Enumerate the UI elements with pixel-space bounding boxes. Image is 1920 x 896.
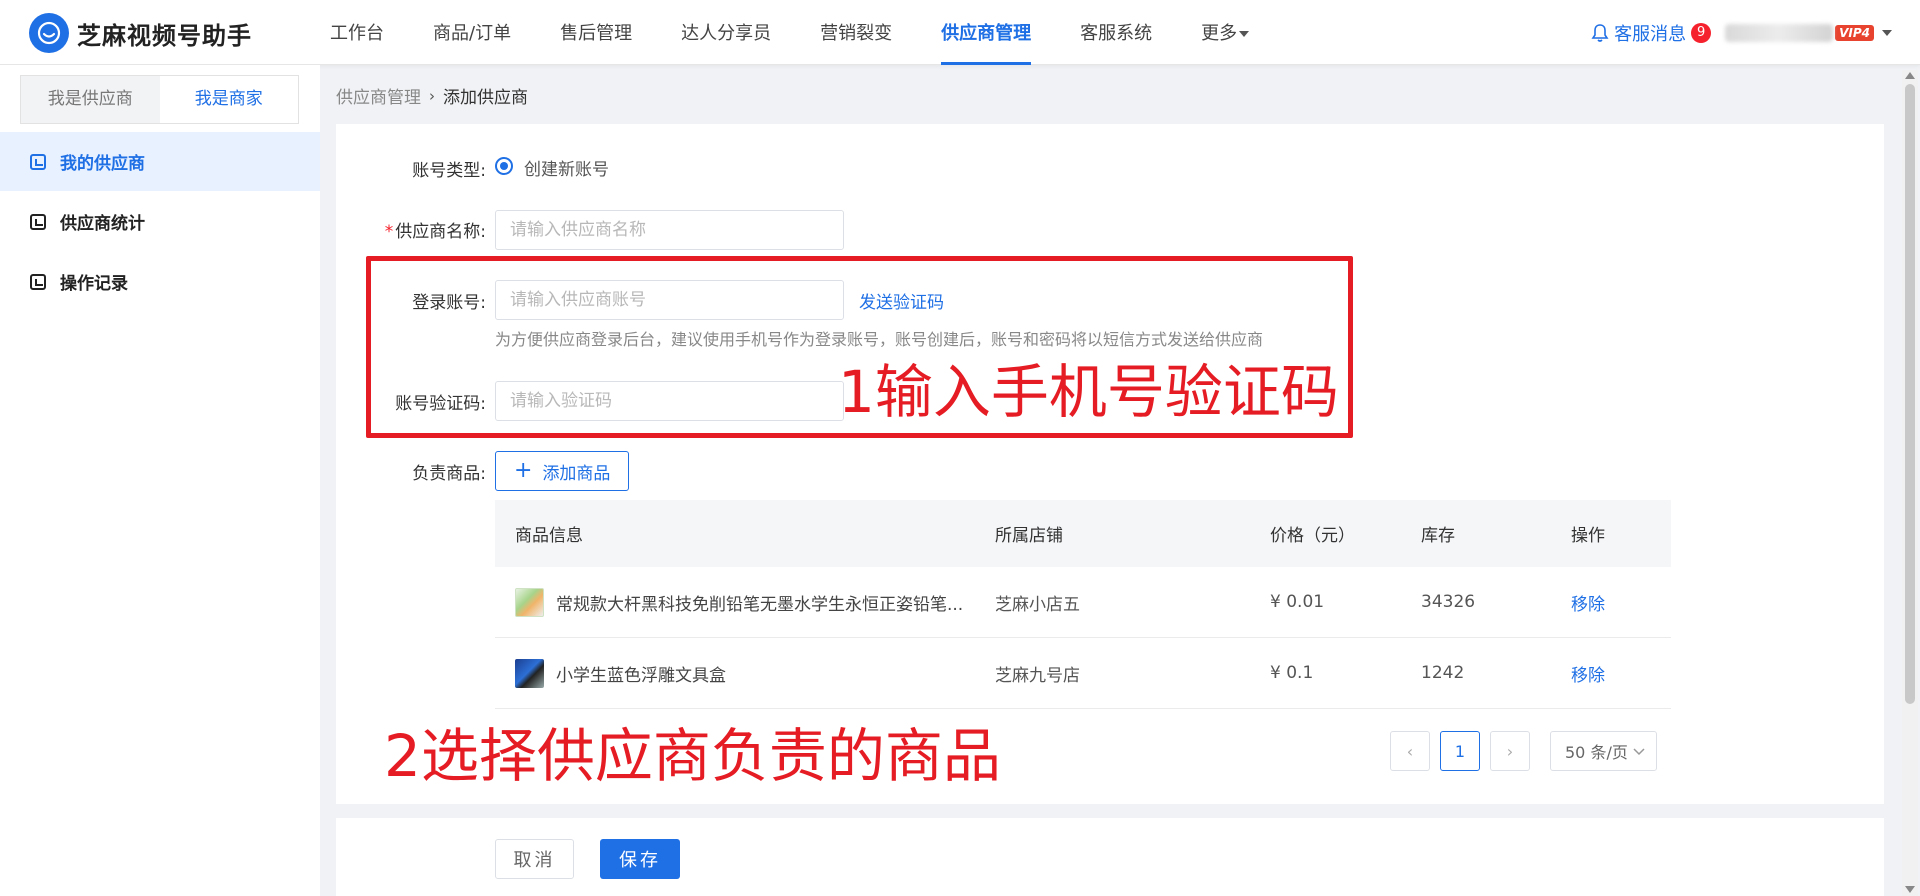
remove-link[interactable]: 移除 [1571,666,1605,686]
account-type-label: 账号类型: [412,161,486,181]
add-supplier-form: 账号类型: 创建新账号 *供应商名称: 登录账号: 发送验证码 为方便供应商登录… [336,124,1884,804]
goods-table: 商品信息 所属店铺 价格（元） 库存 操作 常规款大杆黑科技免削铅笔无墨水学生永… [495,500,1671,709]
scroll-down-icon[interactable] [1905,886,1915,893]
table-header: 商品信息 所属店铺 价格（元） 库存 操作 [495,500,1671,567]
add-goods-button[interactable]: + 添加商品 [495,451,630,491]
nav-workbench[interactable]: 工作台 [330,0,384,65]
cancel-button[interactable]: 取消 [495,839,574,879]
supplier-name-input[interactable] [495,210,844,250]
top-bar: 芝麻视频号助手 工作台 商品/订单 售后管理 达人分享员 营销裂变 供应商管理 … [0,0,1920,65]
radio-create-new-account[interactable] [495,157,513,175]
role-tab-merchant[interactable]: 我是商家 [159,76,298,123]
supplier-name-label: * 供应商名称: [336,217,486,242]
vip-badge: VIP4 [1835,25,1874,41]
shop-cell: 芝麻九号店 [995,665,1080,686]
nav-more[interactable]: 更多 [1201,0,1250,65]
page-size-select[interactable]: 50 条/页 [1550,731,1657,771]
header-price: 价格（元） [1270,526,1355,546]
responsible-goods-label: 负责商品: [412,464,486,484]
main-nav: 工作台 商品/订单 售后管理 达人分享员 营销裂变 供应商管理 客服系统 更多 [330,0,1298,65]
nav-supplier-management[interactable]: 供应商管理 [941,0,1032,65]
remove-link[interactable]: 移除 [1571,595,1605,615]
sidebar-item-label: 我的供应商 [60,154,145,174]
prev-page-button[interactable]: ‹ [1390,731,1430,771]
customer-service-messages[interactable]: 客服消息 9 [1590,20,1712,46]
pagination: ‹ 1 › 50 条/页 [1390,731,1657,771]
stock-cell: 1242 [1421,663,1465,683]
breadcrumb-current: 添加供应商 [443,88,528,108]
supplier-icon [30,153,46,170]
table-row: 常规款大杆黑科技免削铅笔无墨水学生永恒正姿铅笔... 芝麻小店五 ¥ 0.01 … [495,567,1671,638]
nav-customer-service[interactable]: 客服系统 [1080,0,1152,65]
nav-after-sales[interactable]: 售后管理 [560,0,632,65]
nav-marketing[interactable]: 营销裂变 [820,0,892,65]
sidebar-menu: 我的供应商 供应商统计 操作记录 [0,132,320,312]
product-thumbnail [515,587,544,617]
chevron-down-icon [1633,748,1645,756]
price-cell: ¥ 0.1 [1270,663,1314,683]
header-action: 操作 [1571,526,1605,546]
bell-icon [1591,24,1609,42]
supplier-name-label-text: 供应商名称: [395,222,486,242]
product-thumbnail [515,658,544,688]
sidebar: 我是供应商 我是商家 我的供应商 供应商统计 操作记录 [0,65,320,896]
breadcrumb-parent[interactable]: 供应商管理 [336,83,421,108]
header-stock: 库存 [1421,526,1455,546]
page-scrollbar[interactable] [1902,70,1918,896]
price-cell: ¥ 0.01 [1270,592,1325,612]
breadcrumb-separator-icon: › [429,86,435,105]
sidebar-item-label: 操作记录 [60,274,128,294]
logo-icon [29,13,69,53]
breadcrumb: 供应商管理 › 添加供应商 [336,83,528,109]
account-caret-icon[interactable] [1882,30,1892,36]
log-icon [30,273,46,290]
annotation-step1: 1输入手机号验证码 [838,358,1339,426]
nav-goods-orders[interactable]: 商品/订单 [433,0,511,65]
next-page-button[interactable]: › [1490,731,1530,771]
plus-icon: + [514,458,533,483]
annotation-step2: 2选择供应商负责的商品 [384,722,1001,790]
header-goods-info: 商品信息 [515,526,583,546]
scrollbar-thumb[interactable] [1905,84,1915,704]
sidebar-item-label: 供应商统计 [60,214,145,234]
nav-sharers[interactable]: 达人分享员 [681,0,771,65]
required-mark: * [384,222,394,242]
add-goods-label: 添加商品 [542,463,611,484]
chart-icon [30,213,46,230]
cs-label: 客服消息 [1614,24,1687,45]
page-1-button[interactable]: 1 [1440,731,1480,771]
scroll-up-icon[interactable] [1905,72,1915,79]
save-button[interactable]: 保存 [600,839,680,879]
goods-info-cell: 常规款大杆黑科技免削铅笔无墨水学生永恒正姿铅笔... [495,587,995,617]
account-type-option: 创建新账号 [524,160,609,180]
message-count-badge: 9 [1691,23,1712,43]
form-footer: 取消 保存 [336,818,1884,896]
account-name[interactable]: 13217176283 [1725,24,1834,42]
goods-info-cell: 小学生蓝色浮雕文具盒 [495,658,995,688]
stock-cell: 34326 [1421,592,1476,612]
header-shop: 所属店铺 [995,526,1063,546]
role-tab-supplier[interactable]: 我是供应商 [21,76,160,123]
table-row: 小学生蓝色浮雕文具盒 芝麻九号店 ¥ 0.1 1242 移除 [495,638,1671,709]
shop-cell: 芝麻小店五 [995,594,1080,615]
role-switch: 我是供应商 我是商家 [20,75,299,124]
product-name: 小学生蓝色浮雕文具盒 [556,665,726,686]
product-name: 常规款大杆黑科技免削铅笔无墨水学生永恒正姿铅笔... [556,594,964,615]
page-size-value: 50 条/页 [1565,743,1628,762]
app-title: 芝麻视频号助手 [77,21,252,50]
caret-down-icon [1239,31,1250,37]
sidebar-item-supplier-stats[interactable]: 供应商统计 [0,192,320,251]
sidebar-item-my-suppliers[interactable]: 我的供应商 [0,132,320,191]
nav-more-label: 更多 [1201,23,1238,44]
top-right-area: 客服消息 9 13217176283 VIP4 [1590,20,1892,46]
app-logo[interactable]: 芝麻视频号助手 [29,13,252,53]
sidebar-item-operation-log[interactable]: 操作记录 [0,252,320,311]
